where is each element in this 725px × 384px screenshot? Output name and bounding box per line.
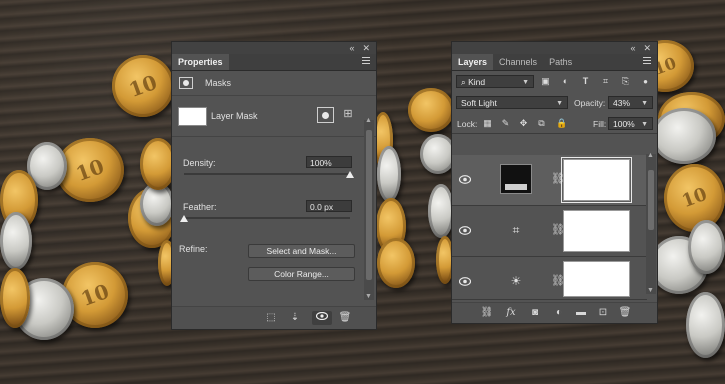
tab-properties[interactable]: Properties	[172, 54, 229, 70]
lock-image-icon[interactable]: ✎	[500, 118, 511, 129]
fill-field[interactable]: 100% ▼	[608, 117, 653, 130]
tab-channels[interactable]: Channels	[493, 54, 543, 70]
eye-icon[interactable]	[459, 226, 471, 235]
density-label: Density:	[183, 158, 216, 168]
eye-icon[interactable]	[459, 277, 471, 286]
curves-adjustment-icon[interactable]: ⌗	[508, 222, 524, 238]
properties-panel: « ✕ Properties Masks Layer Mask ⊞ Densit…	[171, 41, 377, 330]
lock-row: Lock: ▦ ✎ ✥ ⧉ 🔒 Fill: 100% ▼	[452, 113, 657, 134]
lock-all-icon[interactable]: 🔒	[556, 118, 567, 129]
delete-layer-icon[interactable]: 🗑	[618, 306, 632, 320]
scrollbar-thumb[interactable]	[648, 170, 654, 230]
lock-transparent-icon[interactable]: ▦	[482, 118, 493, 129]
collapse-icon[interactable]: «	[630, 43, 635, 53]
feather-field[interactable]: 0.0 px	[306, 200, 352, 212]
properties-footer: ⬚ ⇣ 🗑	[172, 306, 376, 329]
filter-kind-value: Kind	[468, 77, 486, 87]
panel-menu-icon[interactable]	[362, 57, 370, 66]
masks-section-header: Masks	[172, 71, 376, 96]
collapse-icon[interactable]: «	[349, 43, 354, 53]
pixel-mask-button[interactable]	[317, 107, 334, 123]
fx-icon[interactable]: fx	[504, 306, 518, 320]
density-slider-thumb[interactable]	[346, 171, 354, 178]
properties-tabrow: Properties	[172, 54, 376, 71]
opacity-value: 43%	[613, 98, 631, 108]
scroll-down-icon[interactable]: ▼	[365, 293, 372, 300]
opacity-label: Opacity:	[574, 98, 606, 108]
layer-mask-thumbnail[interactable]	[563, 261, 630, 297]
filter-shape-icon[interactable]: ⌗	[600, 76, 611, 87]
section-title: Masks	[205, 78, 232, 88]
layer-row[interactable]: ☀ ⛓	[452, 257, 647, 300]
scroll-up-icon[interactable]: ▲	[365, 117, 372, 124]
filter-kind-select[interactable]: ⌕ Kind ▼	[456, 75, 534, 88]
filter-row: ⌕ Kind ▼ ▣ ◐ T ⌗ ⎘ ●	[452, 71, 657, 91]
mask-icon	[179, 77, 193, 89]
layer-thumbnail[interactable]	[500, 164, 532, 194]
link-layers-icon[interactable]: ⛓	[480, 306, 494, 320]
fill-value: 100%	[613, 119, 635, 129]
filter-adjustment-icon[interactable]: ◐	[560, 76, 571, 87]
close-icon[interactable]: ✕	[643, 43, 651, 54]
properties-scrollbar[interactable]: ▲ ▼	[364, 117, 374, 300]
blend-mode-select[interactable]: Soft Light ▼	[456, 96, 568, 109]
layers-footer: ⛓ fx ◙ ◐ ▬ ⊡ 🗑	[452, 302, 657, 323]
layer-row[interactable]: ⌗ ⛓	[452, 206, 647, 257]
opacity-field[interactable]: 43% ▼	[608, 96, 653, 109]
new-group-icon[interactable]: ▬	[574, 306, 588, 320]
layer-mask-row: Layer Mask ⊞	[172, 96, 376, 137]
eye-icon[interactable]	[459, 175, 471, 184]
layer-mask-label: Layer Mask	[211, 111, 258, 121]
feather-label: Feather:	[183, 202, 217, 212]
apply-mask-icon[interactable]: ⇣	[288, 311, 302, 325]
layer-mask-thumbnail[interactable]	[563, 210, 630, 252]
panel-menu-icon[interactable]	[643, 57, 651, 66]
lock-artboard-icon[interactable]: ⧉	[536, 118, 547, 129]
scroll-up-icon[interactable]: ▲	[647, 152, 654, 159]
layer-row[interactable]: ⛓	[452, 155, 647, 206]
density-field[interactable]: 100%	[306, 156, 352, 168]
refine-label: Refine:	[179, 244, 208, 254]
feather-slider-track[interactable]	[184, 217, 350, 219]
layer-mask-thumbnail[interactable]	[561, 157, 632, 203]
layers-panel-topbar: « ✕	[452, 42, 657, 54]
scroll-down-icon[interactable]: ▼	[647, 287, 654, 294]
tab-paths[interactable]: Paths	[543, 54, 578, 70]
add-vector-mask-icon[interactable]: ⊞	[341, 107, 355, 121]
lock-position-icon[interactable]: ✥	[518, 118, 529, 129]
tab-layers[interactable]: Layers	[452, 54, 494, 70]
properties-panel-topbar: « ✕	[172, 42, 376, 54]
blend-row: Soft Light ▼ Opacity: 43% ▼	[452, 92, 657, 112]
fill-label: Fill:	[593, 119, 607, 129]
delete-mask-icon[interactable]: 🗑	[338, 311, 352, 325]
density-slider-track[interactable]	[184, 173, 350, 175]
layers-panel: « ✕ Layers Channels Paths ⌕ Kind ▼ ▣ ◐ T…	[451, 41, 658, 324]
feather-slider-thumb[interactable]	[180, 215, 188, 222]
brightness-adjustment-icon[interactable]: ☀	[508, 273, 524, 289]
color-range-button[interactable]: Color Range...	[248, 267, 355, 281]
filter-type-icon[interactable]: T	[580, 76, 591, 87]
filter-toggle-icon[interactable]: ●	[640, 76, 651, 87]
add-mask-icon[interactable]: ◙	[528, 306, 542, 320]
filter-pixel-icon[interactable]: ▣	[540, 76, 551, 87]
scrollbar-thumb[interactable]	[366, 130, 372, 280]
blend-mode-value: Soft Light	[461, 98, 497, 108]
chevron-down-icon: ▼	[641, 121, 648, 128]
toggle-mask-visibility-icon[interactable]	[312, 311, 332, 325]
new-adjustment-icon[interactable]: ◐	[552, 306, 566, 320]
layers-scrollbar[interactable]: ▲ ▼	[646, 152, 656, 294]
new-layer-icon[interactable]: ⊡	[596, 306, 610, 320]
chevron-down-icon: ▼	[641, 100, 648, 107]
chevron-down-icon: ▼	[522, 79, 529, 86]
close-icon[interactable]: ✕	[362, 43, 370, 54]
chevron-down-icon: ▼	[556, 100, 563, 107]
select-and-mask-button[interactable]: Select and Mask...	[248, 244, 355, 258]
mask-thumbnail	[178, 106, 207, 126]
lock-label: Lock:	[457, 119, 478, 129]
filter-smartobject-icon[interactable]: ⎘	[620, 76, 631, 87]
load-selection-icon[interactable]: ⬚	[264, 311, 278, 325]
layers-tabrow: Layers Channels Paths	[452, 54, 657, 71]
